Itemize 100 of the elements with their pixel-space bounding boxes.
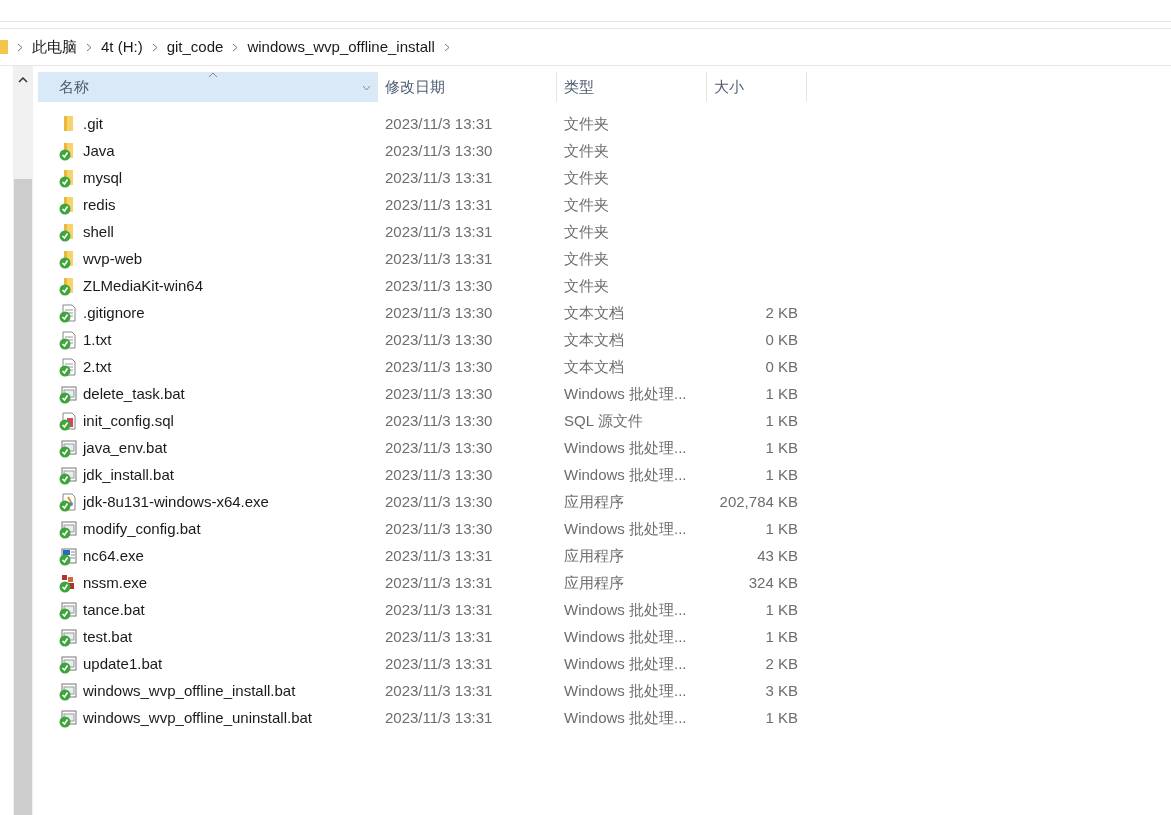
scroll-up-icon[interactable] — [18, 76, 28, 83]
file-size: 1 KB — [765, 520, 798, 538]
column-header[interactable]: 大小 — [707, 72, 807, 102]
file-name[interactable]: modify_config.bat — [83, 518, 201, 541]
file-type: SQL 源文件 — [564, 412, 643, 430]
file-type: 应用程序 — [564, 547, 624, 565]
file-size: 1 KB — [765, 466, 798, 484]
date-modified: 2023/11/3 13:31 — [385, 115, 493, 133]
breadcrumb-item[interactable]: 此电脑 — [32, 35, 77, 59]
file-type: 文本文档 — [564, 331, 624, 349]
file-size: 1 KB — [765, 628, 798, 646]
file-name[interactable]: wvp-web — [83, 248, 143, 271]
breadcrumb-item[interactable]: 4t (H:) — [101, 35, 143, 59]
column-header[interactable]: 名称 — [38, 72, 378, 102]
scrollbar-thumb[interactable] — [14, 179, 32, 815]
file-type: Windows 批处理... — [564, 439, 687, 457]
file-name[interactable]: windows_wvp_offline_install.bat — [83, 680, 296, 703]
file-type: 文件夹 — [564, 115, 609, 133]
file-name[interactable]: .git — [83, 113, 103, 136]
file-type: 文本文档 — [564, 304, 624, 322]
file-name[interactable]: shell — [83, 221, 114, 244]
date-modified: 2023/11/3 13:31 — [385, 169, 493, 187]
sort-ascending-icon — [208, 72, 218, 78]
file-name[interactable]: .gitignore — [83, 302, 145, 325]
breadcrumb-item[interactable]: git_code — [166, 35, 224, 59]
column-header[interactable]: 类型 — [557, 72, 707, 102]
breadcrumb-item[interactable]: windows_wvp_offline_install — [247, 35, 435, 59]
file-size: 2 KB — [765, 655, 798, 673]
date-modified: 2023/11/3 13:30 — [385, 304, 493, 322]
file-type: Windows 批处理... — [564, 709, 687, 727]
file-size: 1 KB — [765, 439, 798, 457]
chevron-right-icon[interactable] — [151, 42, 158, 52]
date-modified: 2023/11/3 13:30 — [385, 358, 493, 376]
file-type: 文件夹 — [564, 250, 609, 268]
file-type: 文本文档 — [564, 358, 624, 376]
chevron-right-icon[interactable] — [17, 42, 23, 52]
file-size: 1 KB — [765, 601, 798, 619]
file-name[interactable]: delete_task.bat — [83, 383, 185, 406]
date-modified: 2023/11/3 13:31 — [385, 223, 493, 241]
date-modified: 2023/11/3 13:30 — [385, 385, 493, 403]
file-type: 应用程序 — [564, 493, 624, 511]
date-modified: 2023/11/3 13:30 — [385, 439, 493, 457]
file-type: 文件夹 — [564, 142, 609, 160]
file-name[interactable]: mysql — [83, 167, 123, 190]
chevron-right-icon[interactable] — [86, 42, 92, 52]
date-modified: 2023/11/3 13:31 — [385, 196, 493, 214]
date-modified: 2023/11/3 13:30 — [385, 331, 493, 349]
file-type: Windows 批处理... — [564, 385, 687, 403]
file-size: 1 KB — [765, 412, 798, 430]
file-name[interactable]: update1.bat — [83, 653, 163, 676]
date-modified: 2023/11/3 13:30 — [385, 277, 493, 295]
file-size: 1 KB — [765, 385, 798, 403]
column-header[interactable]: 修改日期 — [378, 72, 557, 102]
folder-icon — [0, 39, 8, 55]
file-type: Windows 批处理... — [564, 682, 687, 700]
file-type: 文件夹 — [564, 277, 609, 295]
file-name[interactable]: Java — [83, 140, 115, 163]
file-size: 0 KB — [765, 331, 798, 349]
date-modified: 2023/11/3 13:31 — [385, 709, 493, 727]
file-name[interactable]: 2.txt — [83, 356, 112, 379]
file-size: 2 KB — [765, 304, 798, 322]
file-type: 文件夹 — [564, 223, 609, 241]
file-size: 1 KB — [765, 709, 798, 727]
file-name[interactable]: redis — [83, 194, 116, 217]
file-size: 0 KB — [765, 358, 798, 376]
date-modified: 2023/11/3 13:31 — [385, 628, 493, 646]
file-size: 324 KB — [748, 574, 798, 592]
date-modified: 2023/11/3 13:30 — [385, 142, 493, 160]
date-modified: 2023/11/3 13:30 — [385, 493, 493, 511]
date-modified: 2023/11/3 13:31 — [385, 250, 493, 268]
dropdown-icon[interactable] — [362, 85, 371, 91]
file-type: Windows 批处理... — [564, 520, 687, 538]
file-name[interactable]: nc64.exe — [83, 545, 144, 568]
file-name[interactable]: tance.bat — [83, 599, 145, 622]
file-size: 43 KB — [757, 547, 798, 565]
file-type: Windows 批处理... — [564, 628, 687, 646]
date-modified: 2023/11/3 13:30 — [385, 466, 493, 484]
date-modified: 2023/11/3 13:30 — [385, 412, 493, 430]
file-name[interactable]: init_config.sql — [83, 410, 174, 433]
chevron-right-icon[interactable] — [443, 42, 450, 52]
date-modified: 2023/11/3 13:31 — [385, 682, 493, 700]
file-name[interactable]: jdk-8u131-windows-x64.exe — [83, 491, 269, 514]
file-name[interactable]: windows_wvp_offline_uninstall.bat — [83, 707, 313, 730]
file-size: 3 KB — [765, 682, 798, 700]
date-modified: 2023/11/3 13:31 — [385, 655, 493, 673]
file-name[interactable]: 1.txt — [83, 329, 112, 352]
file-name[interactable]: test.bat — [83, 626, 133, 649]
file-size: 202,784 KB — [719, 493, 798, 511]
chevron-right-icon[interactable] — [232, 42, 239, 52]
file-type: 文件夹 — [564, 196, 609, 214]
file-name[interactable]: jdk_install.bat — [83, 464, 174, 487]
file-name[interactable]: nssm.exe — [83, 572, 148, 595]
file-name[interactable]: ZLMediaKit-win64 — [83, 275, 204, 298]
date-modified: 2023/11/3 13:30 — [385, 520, 493, 538]
file-type: Windows 批处理... — [564, 655, 687, 673]
date-modified: 2023/11/3 13:31 — [385, 601, 493, 619]
date-modified: 2023/11/3 13:31 — [385, 574, 493, 592]
file-name[interactable]: java_env.bat — [83, 437, 167, 460]
file-type: Windows 批处理... — [564, 466, 687, 484]
file-type: 应用程序 — [564, 574, 624, 592]
